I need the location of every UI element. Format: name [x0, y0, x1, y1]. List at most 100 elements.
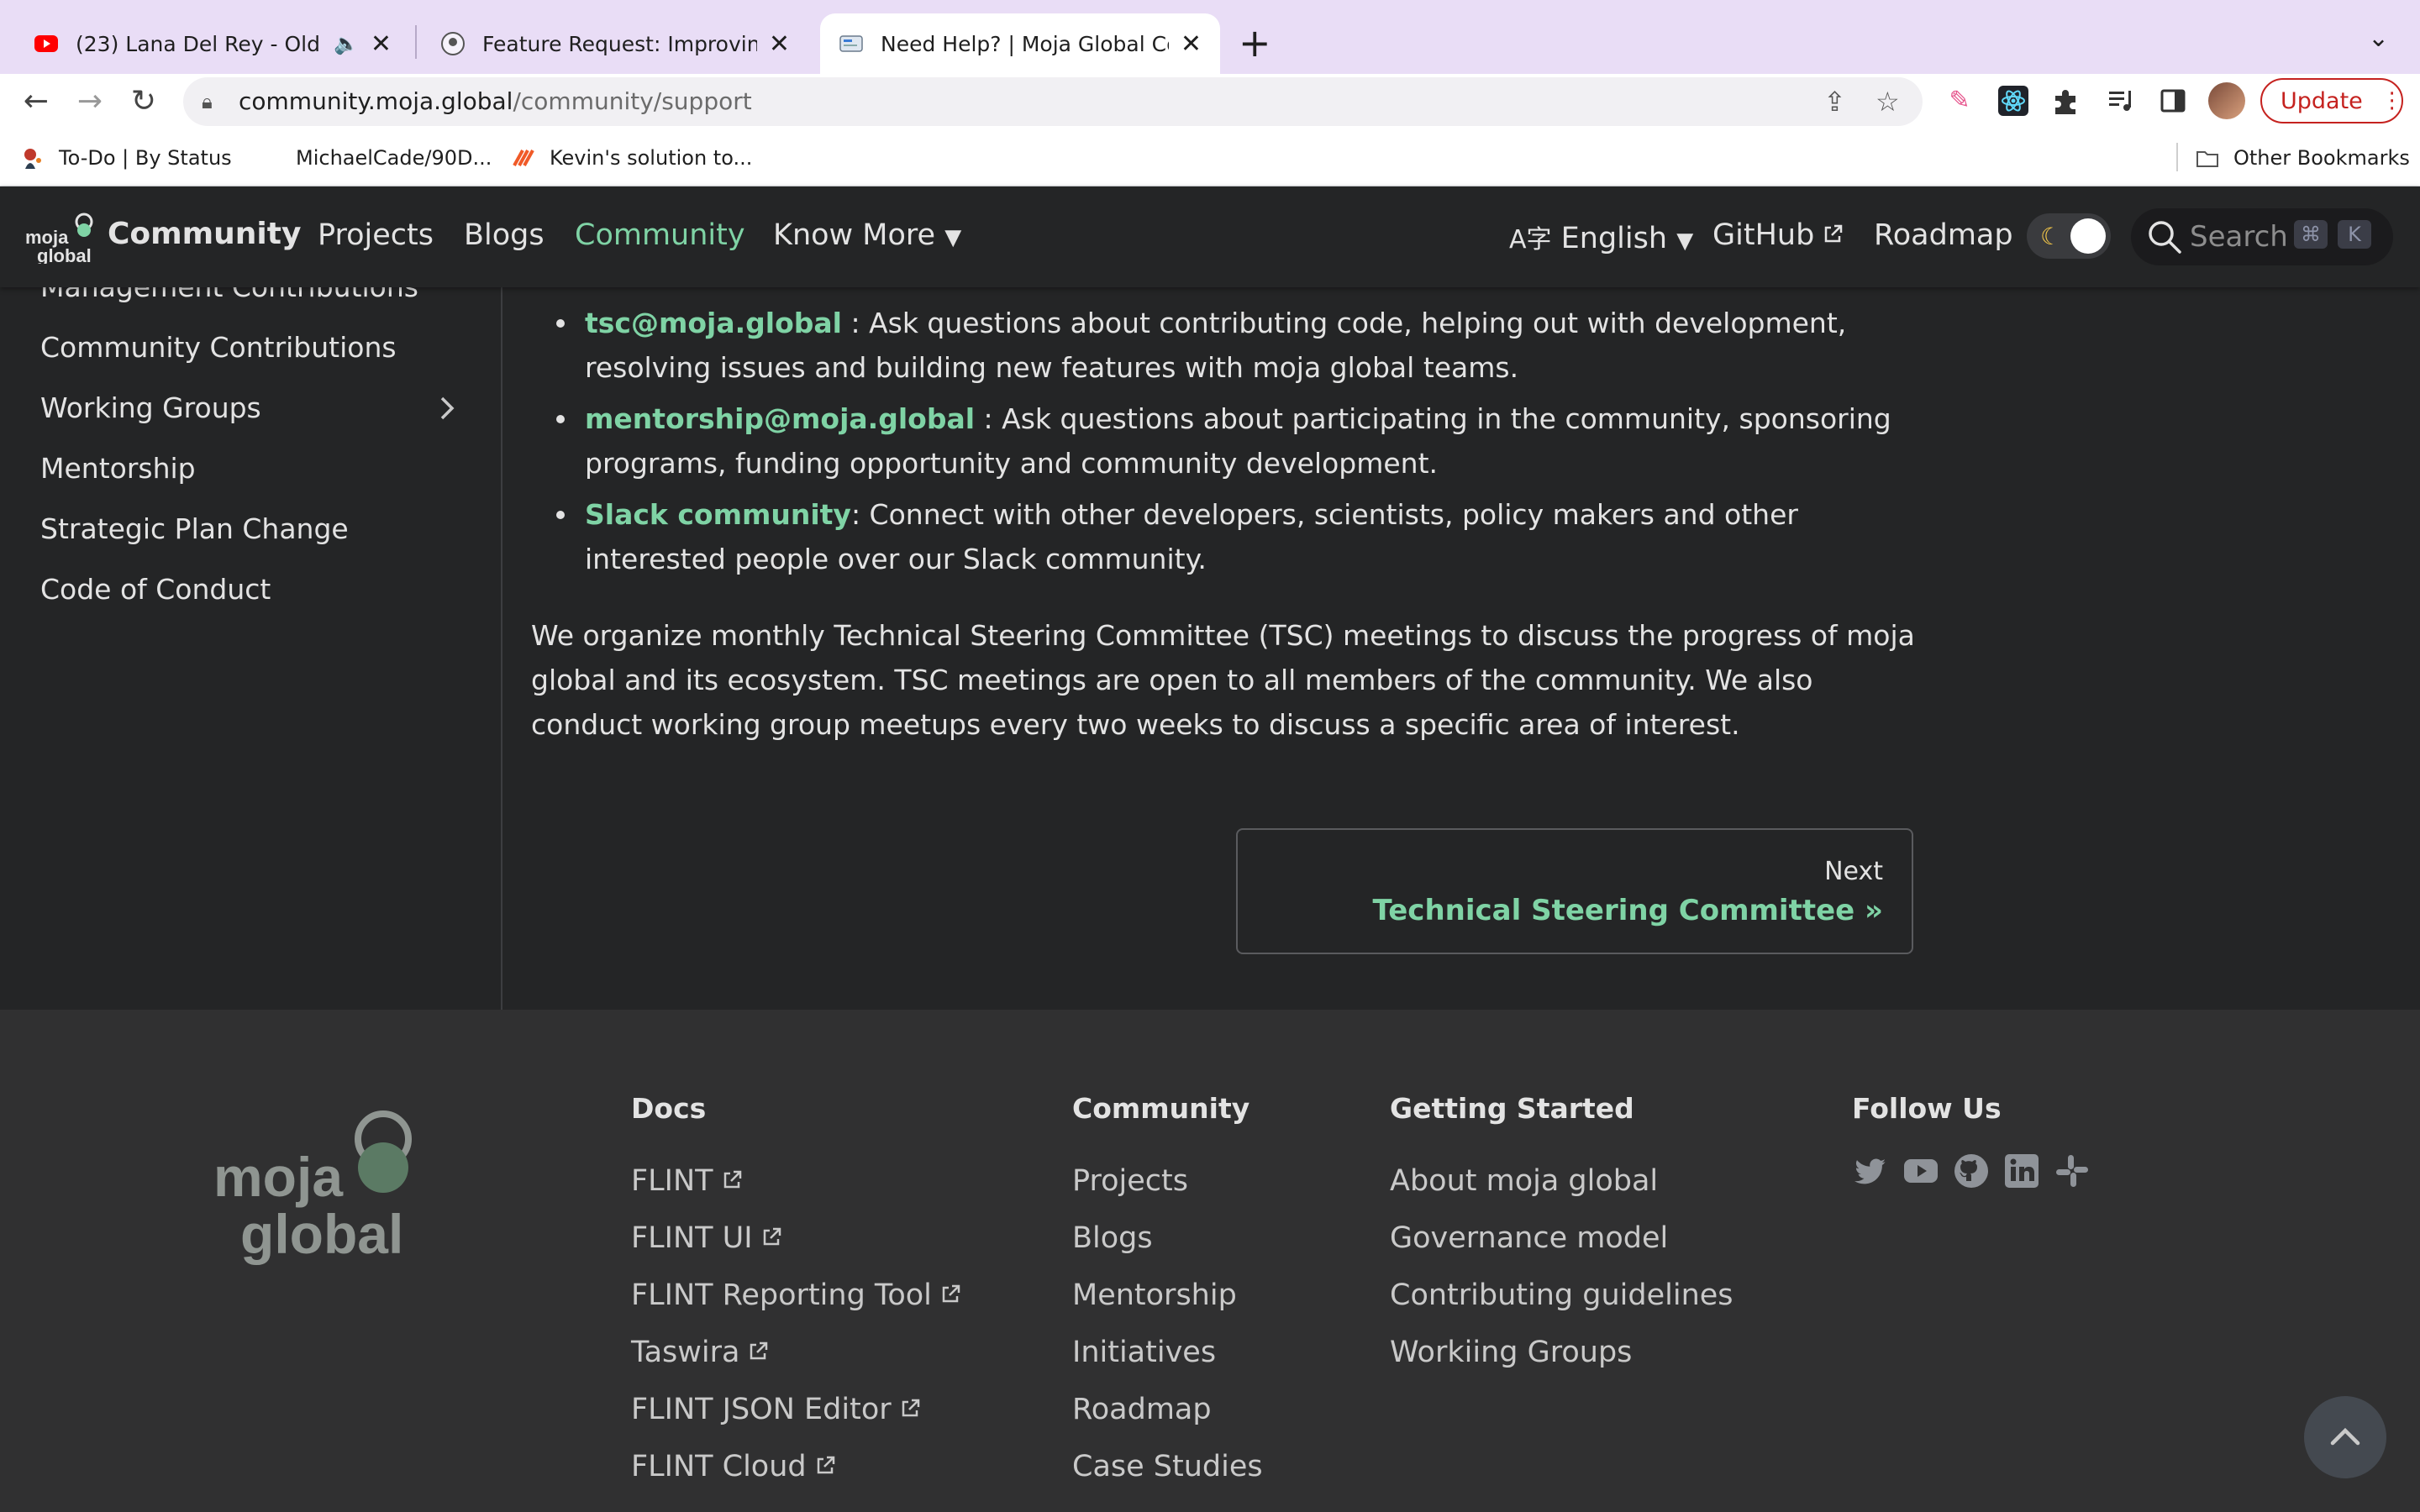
search-icon	[2149, 221, 2181, 254]
footer-link-blogs[interactable]: Blogs	[1072, 1221, 1153, 1255]
bookmark-label: MichaelCade/90D...	[296, 146, 492, 170]
forward-button[interactable]: →	[69, 81, 111, 123]
twitter-icon[interactable]	[1852, 1152, 1889, 1189]
footer-link-flint-reporting-tool[interactable]: FLINT Reporting Tool	[631, 1278, 962, 1312]
nav-link-github[interactable]: GitHub	[1712, 218, 1844, 252]
footer-link-mentorship[interactable]: Mentorship	[1072, 1278, 1237, 1312]
browser-tab-active[interactable]: Need Help? | Moja Global Com ✕	[820, 13, 1220, 74]
brand-title[interactable]: Community	[108, 217, 301, 251]
scroll-to-top-button[interactable]	[2304, 1396, 2386, 1478]
footer-link-governance[interactable]: Governance model	[1390, 1221, 1668, 1255]
moja-global-logo[interactable]: moja global	[25, 208, 94, 264]
speaker-icon[interactable]: 🔈	[334, 32, 359, 55]
bookmark-favicon-icon	[258, 146, 281, 170]
media-controls-icon[interactable]	[2104, 84, 2138, 118]
sidebar-item-community-contributions[interactable]: Community Contributions	[40, 331, 397, 364]
translate-icon: A字	[1509, 225, 1552, 255]
nav-link-community[interactable]: Community	[575, 218, 745, 252]
tsc-email-link[interactable]: tsc@moja.global	[585, 307, 842, 339]
extensions-puzzle-icon[interactable]	[2049, 84, 2082, 118]
language-dropdown[interactable]: A字 English ▼	[1509, 218, 1693, 255]
browser-tab[interactable]: Feature Request: Improving na ✕	[422, 13, 808, 74]
footer-link-contributing[interactable]: Contributing guidelines	[1390, 1278, 1733, 1312]
footer-link-about[interactable]: About moja global	[1390, 1164, 1658, 1198]
external-link-icon	[902, 1399, 919, 1417]
footer-link-case-studies[interactable]: Case Studies	[1072, 1450, 1263, 1483]
bookmark-item[interactable]: MichaelCade/90D...	[257, 143, 492, 173]
browser-update-button[interactable]: Update ⋮	[2260, 78, 2403, 123]
color-picker-extension-icon[interactable]: ✎	[1943, 84, 1976, 118]
nav-link-projects[interactable]: Projects	[318, 218, 434, 252]
browser-tab[interactable]: (23) Lana Del Rey - Old Mo 🔈 ✕	[15, 13, 410, 74]
sidebar-item-working-groups[interactable]: Working Groups	[40, 391, 261, 424]
tab-title: (23) Lana Del Rey - Old Mo	[76, 31, 327, 56]
bookmark-item[interactable]: To-Do | By Status	[20, 143, 232, 173]
chevron-right-icon[interactable]	[435, 391, 459, 425]
new-tab-button[interactable]: +	[1239, 22, 1271, 64]
search-placeholder: Search	[2190, 220, 2288, 254]
footer-community-title: Community	[1072, 1092, 1250, 1125]
sidebar-item-mentorship[interactable]: Mentorship	[40, 452, 196, 485]
bookmark-favicon-icon	[24, 149, 41, 169]
url-text[interactable]: community.moja.global/community/support	[239, 87, 752, 115]
list-item: Slack community: Connect with other deve…	[585, 492, 1912, 581]
footer-link-initiatives[interactable]: Initiatives	[1072, 1336, 1216, 1369]
youtube-icon[interactable]	[1902, 1152, 1939, 1189]
footer-link-projects[interactable]: Projects	[1072, 1164, 1188, 1198]
mentorship-email-link[interactable]: mentorship@moja.global	[585, 402, 975, 435]
bookmark-label: Kevin's solution to...	[550, 146, 753, 170]
footer-logo-text: moja	[213, 1146, 344, 1208]
know-more-label: Know More	[773, 218, 936, 252]
nav-dropdown-know-more[interactable]: Know More ▼	[773, 218, 961, 252]
side-panel-icon[interactable]	[2156, 84, 2190, 118]
bookmark-item[interactable]: Kevin's solution to...	[511, 143, 752, 173]
footer-link-flint[interactable]: FLINT	[631, 1164, 744, 1198]
github-icon[interactable]	[1953, 1152, 1990, 1189]
back-button[interactable]: ←	[15, 81, 57, 123]
slack-icon[interactable]	[2054, 1152, 2091, 1189]
footer-link-roadmap[interactable]: Roadmap	[1072, 1393, 1212, 1426]
footer-link-flint-ui[interactable]: FLINT UI	[631, 1221, 783, 1255]
caret-down-icon: ▼	[944, 225, 962, 250]
footer-link-flint-json-editor[interactable]: FLINT JSON Editor	[631, 1393, 922, 1426]
update-label: Update	[2281, 87, 2363, 114]
footer-link-label: FLINT Reporting Tool	[631, 1278, 932, 1312]
share-icon[interactable]: ⇪	[1823, 86, 1846, 118]
other-bookmarks-label: Other Bookmarks	[2233, 146, 2410, 170]
more-menu-icon[interactable]: ⋮	[2381, 88, 2403, 113]
reload-button[interactable]: ↻	[123, 81, 165, 123]
nav-link-blogs[interactable]: Blogs	[464, 218, 544, 252]
youtube-favicon-icon	[34, 35, 58, 52]
external-link-icon	[817, 1456, 834, 1474]
chevron-up-icon	[2330, 1427, 2360, 1446]
tab-title: Need Help? | Moja Global Com	[881, 31, 1169, 56]
tab-search-chevron-icon[interactable]: ⌄	[2368, 24, 2389, 53]
linkedin-icon[interactable]	[2003, 1152, 2040, 1189]
list-bullet	[556, 415, 565, 423]
kbd-k-key: K	[2338, 220, 2371, 249]
pagination-next-card[interactable]: Next Technical Steering Committee »	[1236, 828, 1913, 954]
lock-icon[interactable]: 🔒︎	[202, 90, 213, 113]
github-favicon-icon	[441, 32, 465, 55]
nav-link-roadmap[interactable]: Roadmap	[1874, 218, 2013, 252]
react-devtools-extension-icon[interactable]	[1996, 84, 2030, 118]
slack-community-link[interactable]: Slack community	[585, 498, 851, 531]
footer-moja-global-logo[interactable]: moja global	[210, 1107, 420, 1267]
pagination-sublabel: Next	[1824, 857, 1883, 886]
footer-link-flint-cloud[interactable]: FLINT Cloud	[631, 1450, 837, 1483]
close-tab-icon[interactable]: ✕	[1181, 29, 1202, 59]
list-bullet	[556, 319, 565, 328]
other-bookmarks[interactable]: Other Bookmarks	[2195, 143, 2410, 173]
close-tab-icon[interactable]: ✕	[371, 29, 392, 59]
sidebar-item-strategic-plan-change[interactable]: Strategic Plan Change	[40, 512, 349, 545]
dark-mode-toggle[interactable]: ☾	[2027, 213, 2111, 259]
footer-logo-text: global	[240, 1203, 403, 1265]
bookmark-star-icon[interactable]: ☆	[1876, 86, 1900, 118]
caret-down-icon: ▼	[1676, 228, 1694, 254]
sidebar-item-code-of-conduct[interactable]: Code of Conduct	[40, 573, 271, 606]
close-tab-icon[interactable]: ✕	[769, 29, 790, 59]
tab-title: Feature Request: Improving na	[482, 31, 757, 56]
footer-link-working-groups[interactable]: Workiing Groups	[1390, 1336, 1632, 1369]
profile-avatar[interactable]	[2208, 82, 2245, 119]
footer-link-taswira[interactable]: Taswira	[631, 1336, 770, 1369]
